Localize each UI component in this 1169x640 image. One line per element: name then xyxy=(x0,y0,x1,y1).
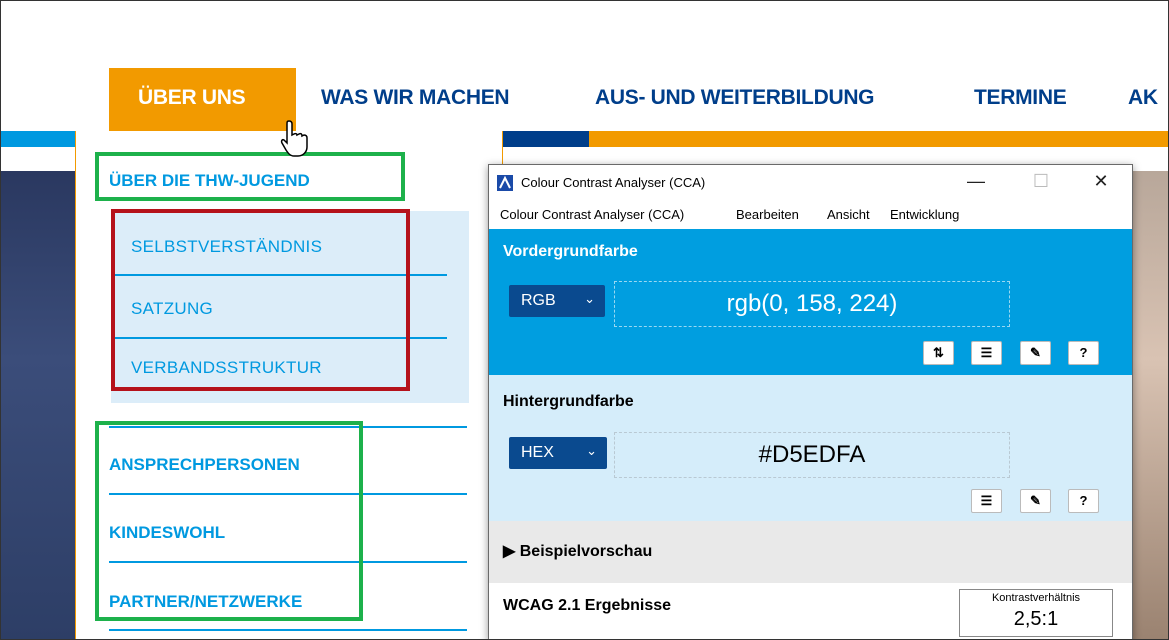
background-format-label: HEX xyxy=(521,444,554,461)
foreground-value: rgb(0, 158, 224) xyxy=(726,290,898,317)
annotation-box-items xyxy=(95,421,363,621)
preview-section[interactable]: ▶ Beispielvorschau xyxy=(489,521,1132,583)
cca-menu-bar: Colour Contrast Analyser (CCA) Bearbeite… xyxy=(489,201,1132,229)
nav-item-termine[interactable]: TERMINE xyxy=(974,86,1067,110)
nav-item-ak[interactable]: AK xyxy=(1128,86,1158,110)
hand-cursor-icon xyxy=(280,120,308,157)
foreground-format-select[interactable]: RGB ⌄ xyxy=(509,285,605,317)
menu-item-entwicklung[interactable]: Entwicklung xyxy=(890,207,959,222)
cca-title-bar[interactable]: Colour Contrast Analyser (CCA) — ☐ ✕ xyxy=(489,165,1132,201)
menu-item-ansicht[interactable]: Ansicht xyxy=(827,207,870,222)
dropdown-divider xyxy=(109,629,467,631)
background-format-select[interactable]: HEX ⌄ xyxy=(509,437,607,469)
background-value: #D5EDFA xyxy=(758,441,866,468)
nav-item-label: ÜBER UNS xyxy=(138,86,246,109)
nav-item-was-wir-machen[interactable]: WAS WIR MACHEN xyxy=(321,86,510,110)
foreground-title: Vordergrundfarbe xyxy=(503,243,638,260)
swap-colors-icon[interactable]: ⇅ xyxy=(923,341,954,365)
results-title: WCAG 2.1 Ergebnisse xyxy=(503,597,672,614)
results-section: WCAG 2.1 Ergebnisse Kontrastverhältnis 2… xyxy=(489,583,1132,639)
foreground-value-field[interactable]: rgb(0, 158, 224) xyxy=(614,281,1010,327)
background-panel: Hintergrundfarbe HEX ⌄ #D5EDFA ☰ ✎ ? xyxy=(489,375,1132,521)
foreground-panel: Vordergrundfarbe RGB ⌄ rgb(0, 158, 224) … xyxy=(489,229,1132,375)
nav-item-ueber-uns[interactable]: ÜBER UNS xyxy=(109,68,296,131)
page-frame: ÜBER UNS WAS WIR MACHEN AUS- UND WEITERB… xyxy=(0,0,1169,640)
cca-app-icon xyxy=(497,175,513,191)
annotation-box-submenu xyxy=(111,209,410,391)
cca-window: Colour Contrast Analyser (CCA) — ☐ ✕ Col… xyxy=(488,164,1133,639)
close-button[interactable]: ✕ xyxy=(1081,171,1121,192)
eyedropper-icon[interactable]: ✎ xyxy=(1020,489,1051,513)
annotation-box-heading xyxy=(95,152,405,201)
preview-toggle[interactable]: ▶ Beispielvorschau xyxy=(503,541,652,561)
foreground-format-label: RGB xyxy=(521,292,556,309)
nav-bar-orange xyxy=(589,131,1168,147)
cca-window-title: Colour Contrast Analyser (CCA) xyxy=(521,175,706,190)
nav-item-aus-weiterbildung[interactable]: AUS- UND WEITERBILDUNG xyxy=(595,86,875,110)
main-nav: ÜBER UNS WAS WIR MACHEN AUS- UND WEITERB… xyxy=(1,1,1168,131)
background-value-field[interactable]: #D5EDFA xyxy=(614,432,1010,478)
help-icon[interactable]: ? xyxy=(1068,341,1099,365)
menu-item-app[interactable]: Colour Contrast Analyser (CCA) xyxy=(500,207,684,222)
background-title: Hintergrundfarbe xyxy=(503,393,634,410)
nav-bar-light xyxy=(1,131,75,147)
contrast-ratio-label: Kontrastverhältnis xyxy=(991,592,1081,604)
help-icon[interactable]: ? xyxy=(1068,489,1099,513)
sliders-icon[interactable]: ☰ xyxy=(971,489,1002,513)
contrast-ratio-value: 2,5:1 xyxy=(1013,608,1059,630)
eyedropper-icon[interactable]: ✎ xyxy=(1020,341,1051,365)
sliders-icon[interactable]: ☰ xyxy=(971,341,1002,365)
contrast-ratio-box: Kontrastverhältnis 2,5:1 xyxy=(959,589,1113,637)
minimize-button[interactable]: — xyxy=(956,171,996,192)
chevron-down-icon: ⌄ xyxy=(586,443,597,458)
maximize-button[interactable]: ☐ xyxy=(1021,171,1061,192)
menu-item-bearbeiten[interactable]: Bearbeiten xyxy=(736,207,799,222)
chevron-down-icon: ⌄ xyxy=(584,291,595,306)
